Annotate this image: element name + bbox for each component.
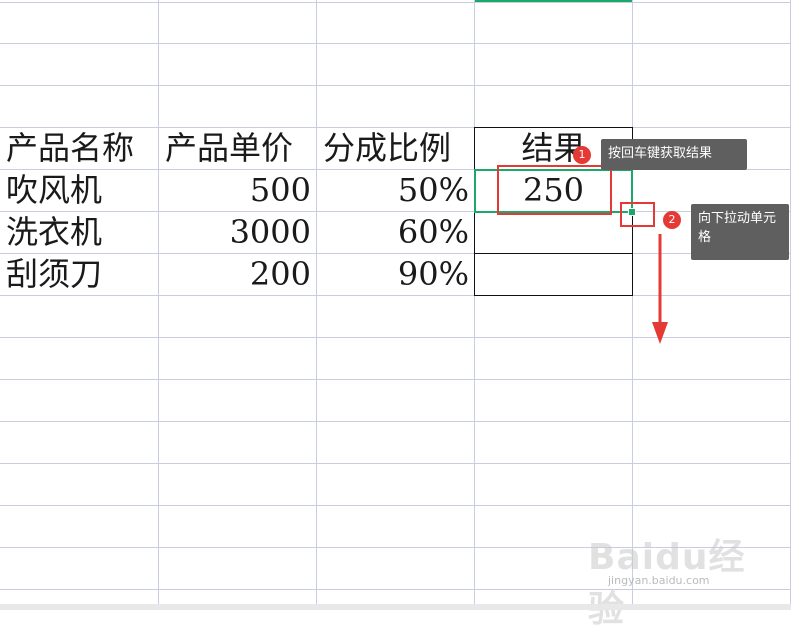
- grid-row-line: [0, 2, 791, 3]
- grid-row-line: [0, 295, 791, 296]
- cell-product-name[interactable]: 刮须刀: [0, 254, 158, 295]
- grid-row-line: [0, 421, 791, 422]
- cell-product-name[interactable]: 洗衣机: [0, 212, 158, 253]
- grid-column-line: [632, 0, 633, 604]
- down-arrow-icon: [652, 234, 668, 344]
- cell-result[interactable]: [475, 212, 632, 253]
- cell-result[interactable]: [475, 254, 632, 295]
- cell-result-selected[interactable]: 250: [475, 170, 632, 211]
- grid-column-line: [316, 0, 317, 604]
- grid-row-line: [0, 337, 791, 338]
- grid-column-line: [474, 0, 475, 604]
- annotation-badge-1: 1: [573, 146, 591, 164]
- watermark-main-text: Baidu经验: [588, 537, 746, 630]
- header-cell-product-name[interactable]: 产品名称: [0, 128, 158, 169]
- bottom-scroll-strip: [0, 604, 791, 610]
- annotation-tooltip-2: 向下拉动单元格: [691, 204, 789, 260]
- active-column-marker: [475, 0, 632, 2]
- grid-row-line: [0, 85, 791, 86]
- spreadsheet-grid[interactable]: 产品名称 产品单价 分成比例 结果 吹风机 500 50% 250 洗衣机 30…: [0, 0, 791, 630]
- cell-unit-price[interactable]: 500: [159, 170, 316, 211]
- annotation-tooltip-1: 按回车键获取结果: [601, 139, 747, 170]
- header-cell-unit-price[interactable]: 产品单价: [159, 128, 316, 169]
- grid-row-line: [0, 589, 791, 590]
- cell-ratio[interactable]: 90%: [317, 254, 474, 295]
- cell-product-name[interactable]: 吹风机: [0, 170, 158, 211]
- cell-unit-price[interactable]: 3000: [159, 212, 316, 253]
- grid-row-line: [0, 463, 791, 464]
- cell-ratio[interactable]: 60%: [317, 212, 474, 253]
- grid-column-line: [158, 0, 159, 604]
- fill-handle-icon[interactable]: [628, 208, 636, 216]
- baidu-watermark-logo: Baidu经验 jingyan.baidu.com: [588, 528, 758, 630]
- annotation-badge-2: 2: [663, 211, 681, 229]
- cell-unit-price[interactable]: 200: [159, 254, 316, 295]
- cell-ratio[interactable]: 50%: [317, 170, 474, 211]
- grid-row-line: [0, 505, 791, 506]
- watermark-sub-text: jingyan.baidu.com: [608, 574, 710, 587]
- header-cell-ratio[interactable]: 分成比例: [317, 128, 474, 169]
- grid-row-line: [0, 379, 791, 380]
- grid-row-line: [0, 547, 791, 548]
- grid-row-line: [0, 43, 791, 44]
